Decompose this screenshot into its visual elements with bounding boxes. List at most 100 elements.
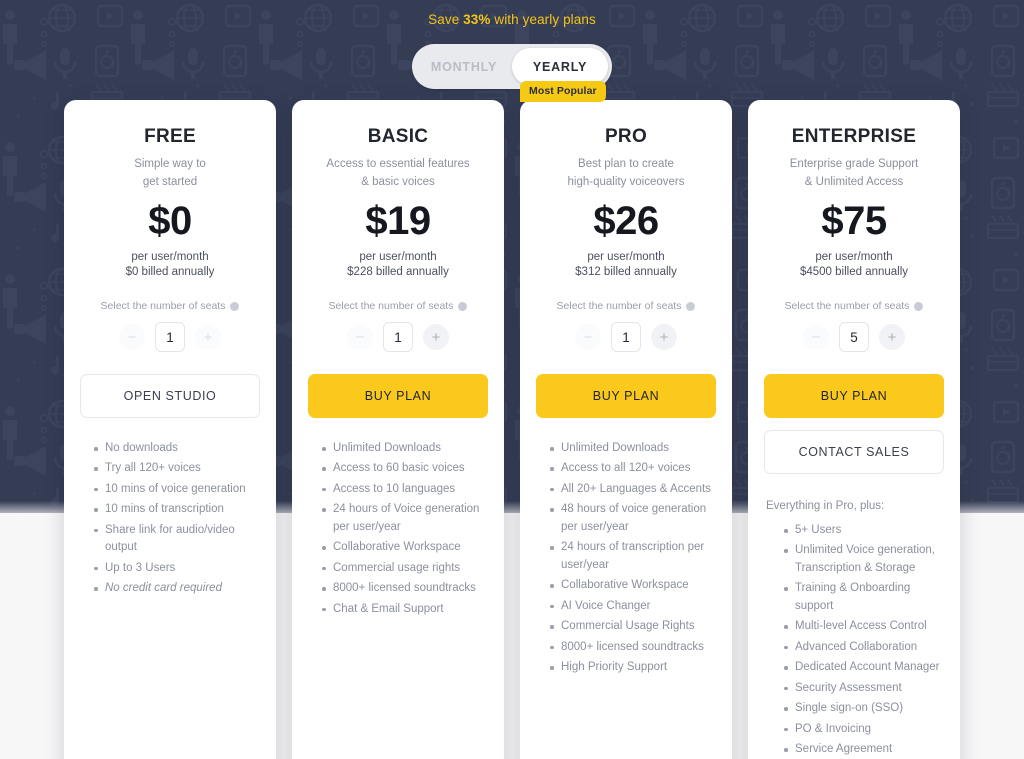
- feature-item: AI Voice Changer: [550, 598, 716, 615]
- feature-item: Dedicated Account Manager: [784, 659, 944, 676]
- plan-name: BASIC: [367, 126, 429, 147]
- seat-stepper: −1 +: [536, 322, 716, 352]
- save-prefix: Save: [428, 12, 464, 27]
- plan-price-period: per user/month: [815, 251, 893, 263]
- plan-name: FREE: [144, 126, 196, 147]
- plan-billed-annually: $0 billed annually: [125, 266, 215, 278]
- feature-item: PO & Invoicing: [784, 721, 944, 738]
- plan-secondary-button[interactable]: CONTACT SALES: [764, 430, 944, 474]
- pricing-card-basic: BASIC Access to essential features & basic…: [292, 100, 504, 759]
- feature-item: 8000+ licensed soundtracks: [322, 580, 488, 597]
- info-icon[interactable]: [458, 301, 468, 311]
- feature-item: Try all 120+ voices: [94, 460, 260, 477]
- plan-name: ENTERPRISE: [791, 126, 917, 147]
- plan-description-line2: get started: [142, 175, 198, 188]
- feature-item: Access to 10 languages: [322, 481, 488, 498]
- plan-billed-annually: $228 billed annually: [347, 266, 449, 278]
- seats-label: Select the number of seats: [308, 300, 488, 312]
- feature-item: 24 hours of Voice generation per user/ye…: [322, 501, 488, 536]
- plan-primary-button[interactable]: BUY PLAN: [308, 374, 488, 418]
- feature-list: Unlimited Downloads Access to 60 basic vo…: [308, 440, 488, 621]
- seats-label-text: Select the number of seats: [784, 300, 910, 312]
- toggle-option-monthly[interactable]: MONTHLY: [416, 48, 512, 85]
- seat-increment-button[interactable]: +: [879, 324, 905, 350]
- info-icon[interactable]: [230, 301, 240, 311]
- feature-item: Collaborative Workspace: [550, 577, 716, 594]
- feature-item: No credit card required: [94, 580, 260, 597]
- seat-quantity-value[interactable]: 5: [839, 322, 869, 352]
- plan-billed-annually: $4500 billed annually: [799, 266, 909, 278]
- feature-item: Unlimited Voice generation, Transcriptio…: [784, 542, 944, 577]
- toggle-option-yearly[interactable]: YEARLY: [512, 48, 608, 85]
- plan-price: $19: [365, 199, 431, 243]
- feature-item: 10 mins of transcription: [94, 501, 260, 518]
- seat-quantity-value[interactable]: 1: [155, 322, 185, 352]
- plan-name: PRO: [604, 126, 648, 147]
- seat-stepper: −1 +: [80, 322, 260, 352]
- pricing-card-free: FREE Simple way to get started $0 per user/m…: [64, 100, 276, 759]
- feature-list: Unlimited Downloads Access to all 120+ vo…: [536, 440, 716, 680]
- feature-item: Multi-level Access Control: [784, 618, 944, 635]
- plan-description-line1: Simple way to: [134, 158, 206, 170]
- seat-decrement-button[interactable]: −: [347, 324, 373, 350]
- plan-billed-annually: $312 billed annually: [575, 266, 677, 278]
- feature-list: No downloads Try all 120+ voices 10 mins o…: [80, 440, 260, 601]
- seat-increment-button[interactable]: +: [195, 324, 221, 350]
- feature-item: Access to 60 basic voices: [322, 460, 488, 477]
- plan-primary-button[interactable]: OPEN STUDIO: [80, 374, 260, 418]
- feature-item: All 20+ Languages & Accents: [550, 481, 716, 498]
- plan-price-period: per user/month: [131, 251, 209, 263]
- feature-item: Commercial usage rights: [322, 560, 488, 577]
- info-icon[interactable]: [686, 301, 696, 311]
- feature-item: 48 hours of voice generation per user/ye…: [550, 501, 716, 536]
- plan-price-period: per user/month: [587, 251, 665, 263]
- plan-description: Enterprise grade Support & Unlimited Acce…: [764, 156, 944, 192]
- feature-item: Training & Onboarding support: [784, 580, 944, 615]
- plan-description-line1: Access to essential features: [326, 158, 470, 170]
- plan-description: Best plan to create high-quality voiceove…: [536, 156, 716, 192]
- seat-decrement-button[interactable]: −: [803, 324, 829, 350]
- feature-item: Unlimited Downloads: [322, 440, 488, 457]
- seat-decrement-button[interactable]: −: [575, 324, 601, 350]
- seats-label: Select the number of seats: [80, 300, 260, 312]
- pricing-card-enterprise: ENTERPRISE Enterprise grade Support & Unli…: [748, 100, 960, 759]
- feature-list: 5+ Users Unlimited Voice generation, Tran…: [764, 522, 944, 759]
- plan-primary-button[interactable]: BUY PLAN: [764, 374, 944, 418]
- feature-item: Commercial Usage Rights: [550, 618, 716, 635]
- seat-increment-button[interactable]: +: [423, 324, 449, 350]
- save-banner: Save 33% with yearly plans: [0, 12, 1024, 27]
- feature-item: Advanced Collaboration: [784, 639, 944, 656]
- seats-label: Select the number of seats: [536, 300, 716, 312]
- seat-quantity-value[interactable]: 1: [383, 322, 413, 352]
- feature-item: 10 mins of voice generation: [94, 481, 260, 498]
- seat-stepper: −5 +: [764, 322, 944, 352]
- plan-description: Access to essential features & basic voic…: [308, 156, 488, 192]
- feature-item: Single sign-on (SSO): [784, 700, 944, 717]
- plan-price: $75: [821, 199, 887, 243]
- pricing-cards-row: FREE Simple way to get started $0 per user/m…: [0, 81, 1024, 759]
- plan-description-line2: & basic voices: [361, 175, 435, 188]
- feature-item: Security Assessment: [784, 680, 944, 697]
- feature-item: 5+ Users: [784, 522, 944, 539]
- plan-description-line2: high-quality voiceovers: [567, 175, 685, 188]
- plan-description-line1: Enterprise grade Support: [789, 158, 919, 170]
- plan-description-line1: Best plan to create: [578, 158, 674, 170]
- info-icon[interactable]: [914, 301, 924, 311]
- plan-primary-button[interactable]: BUY PLAN: [536, 374, 716, 418]
- features-intro: Everything in Pro, plus:: [766, 500, 885, 512]
- most-popular-badge: Most Popular: [520, 81, 606, 102]
- feature-item: Unlimited Downloads: [550, 440, 716, 457]
- save-percent: 33%: [463, 12, 491, 27]
- seat-quantity-value[interactable]: 1: [611, 322, 641, 352]
- seat-decrement-button[interactable]: −: [119, 324, 145, 350]
- plan-price: $26: [593, 199, 659, 243]
- feature-item: Share link for audio/video output: [94, 522, 260, 557]
- feature-item: 24 hours of transcription per user/year: [550, 539, 716, 574]
- feature-item: Collaborative Workspace: [322, 539, 488, 556]
- seats-label: Select the number of seats: [764, 300, 944, 312]
- plan-description: Simple way to get started: [80, 156, 260, 192]
- feature-item: No downloads: [94, 440, 260, 457]
- feature-item: Service Agreement: [784, 741, 944, 758]
- seat-increment-button[interactable]: +: [651, 324, 677, 350]
- seats-label-text: Select the number of seats: [556, 300, 682, 312]
